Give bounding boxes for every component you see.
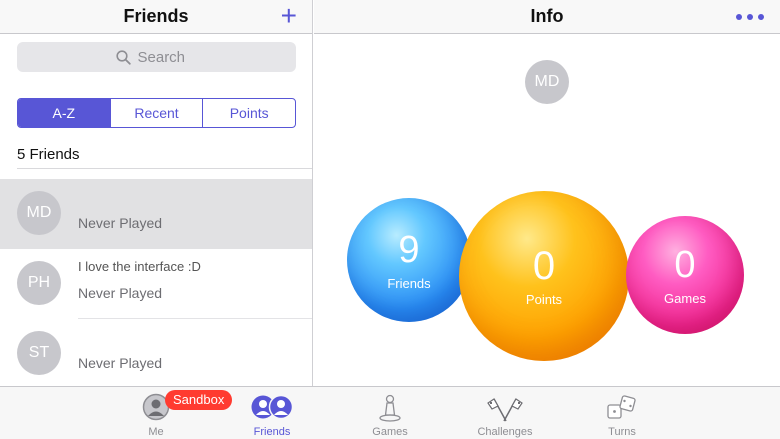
friends-header: Friends + [0, 0, 312, 34]
dot [758, 14, 764, 20]
friends-title: Friends [123, 6, 189, 26]
friend-list: MD Never Played PH I love the interface … [0, 179, 312, 386]
search-icon [115, 49, 131, 65]
tab-games[interactable]: Games [350, 387, 430, 439]
avatar: PH [17, 261, 61, 305]
search-input[interactable] [137, 48, 198, 66]
friend-count: 5 Friends [17, 146, 80, 163]
friend-row[interactable]: ST Never Played [0, 319, 312, 386]
games-count-bubble[interactable]: 0 Games [626, 216, 744, 334]
tab-label: Games [372, 426, 408, 438]
friends-icon [251, 394, 294, 420]
tab-label: Friends [253, 426, 291, 438]
search-field[interactable] [17, 42, 296, 72]
info-header: Info [314, 0, 780, 34]
tab-bar: Me Friends Games Challenges Turns [0, 386, 780, 439]
friend-status-message: I love the interface :D [78, 259, 201, 274]
sort-segmented-control: A-Z Recent Points [17, 98, 296, 128]
segment-points[interactable]: Points [203, 99, 295, 127]
points-label: Points [525, 291, 563, 307]
sandbox-badge: Sandbox [165, 390, 233, 410]
dot [736, 14, 742, 20]
games-count-value: 0 [674, 243, 696, 286]
tab-label: Challenges [477, 426, 533, 438]
games-count-label: Games [664, 290, 706, 306]
game-piece-icon [379, 394, 401, 422]
last-played-text: Never Played [78, 355, 163, 371]
friends-count-value: 9 [398, 228, 420, 271]
divider [17, 168, 312, 169]
dice-icon [607, 395, 636, 419]
friends-count-label: Friends [387, 275, 431, 291]
tab-friends[interactable]: Friends [232, 387, 312, 439]
points-value: 0 [532, 243, 556, 288]
tab-label: Me [148, 426, 164, 438]
friends-pane: Friends + A-Z Recent Points 5 Friends MD… [0, 0, 313, 386]
more-dots-icon[interactable] [736, 14, 764, 20]
dot [747, 14, 753, 20]
tab-label: Turns [608, 426, 636, 438]
tab-turns[interactable]: Turns [582, 387, 662, 439]
avatar: MD [17, 191, 61, 235]
avatar: ST [17, 331, 61, 375]
friend-row[interactable]: MD Never Played [0, 179, 312, 249]
segment-recent[interactable]: Recent [111, 99, 204, 127]
segment-a-z[interactable]: A-Z [18, 99, 111, 127]
add-friend-button[interactable]: + [281, 2, 297, 30]
flags-icon [487, 398, 523, 422]
info-pane: Info MD 9 Friends 0 Points 0 Games [314, 0, 780, 386]
last-played-text: Never Played [78, 215, 163, 231]
points-bubble[interactable]: 0 Points [459, 191, 629, 361]
info-title: Info [530, 6, 564, 26]
tab-challenges[interactable]: Challenges [465, 387, 545, 439]
last-played-text: Never Played [78, 285, 163, 301]
plus-icon: + [280, 0, 297, 31]
friend-row[interactable]: PH I love the interface :D Never Played [0, 249, 312, 319]
friends-count-bubble[interactable]: 9 Friends [347, 198, 471, 322]
avatar: MD [525, 60, 569, 104]
